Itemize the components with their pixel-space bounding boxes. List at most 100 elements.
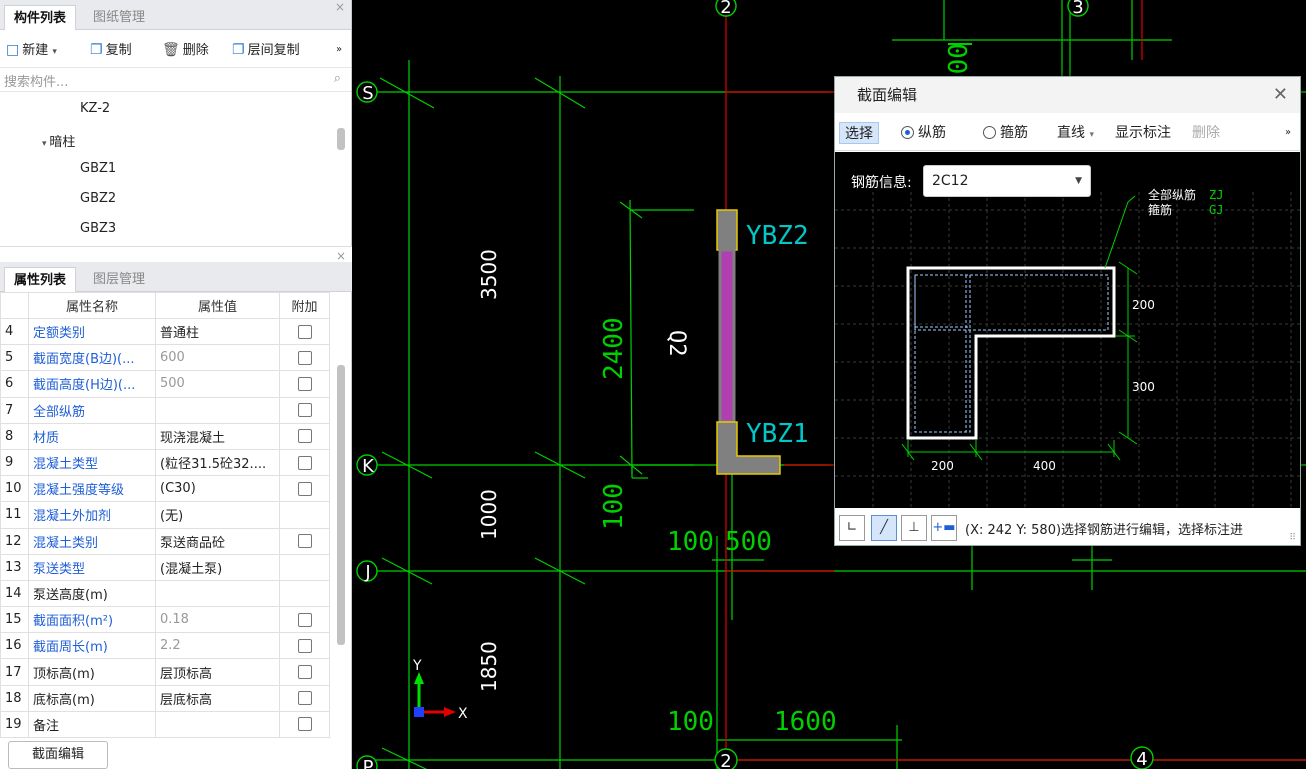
snap-point-button[interactable]: +▬ [931, 515, 957, 541]
extra-checkbox[interactable] [297, 350, 312, 365]
longitudinal-radio[interactable]: 纵筋 [901, 122, 946, 144]
property-value[interactable]: 泵送商品砼 [155, 527, 280, 555]
show-dim-button[interactable]: 显示标注 [1115, 122, 1171, 144]
table-row[interactable]: 11 混凝土外加剂 (无) [0, 501, 330, 529]
section-edit-dialog[interactable]: 截面编辑 ✕ 选择 纵筋 箍筋 直线 ▾ 显示标注 删除 » 200 300 2… [834, 76, 1301, 546]
delete-button[interactable]: 🗑 删除 [162, 40, 209, 60]
table-row[interactable]: 17 顶标高(m) 层顶标高 [0, 658, 330, 686]
table-row[interactable]: 13 泵送类型 (混凝土泵) [0, 553, 330, 581]
snap-perpendicular-button[interactable]: ⊥ [901, 515, 927, 541]
section-drawing[interactable]: 200 300 200 400 全部纵筋 ZJ 箍筋 GJ [835, 152, 1300, 508]
line-dropdown[interactable]: 直线 ▾ [1057, 122, 1094, 144]
dim-100-vertical: 100 [599, 483, 629, 530]
property-value[interactable]: 2.2 [155, 632, 280, 660]
property-value[interactable]: (粒径31.5砼32.... [155, 448, 280, 477]
rebar-info-select[interactable]: 2C12 ▼ [923, 165, 1091, 197]
more-button[interactable]: » [336, 40, 342, 60]
extra-checkbox[interactable] [297, 665, 312, 680]
table-row[interactable]: 10 混凝土强度等级 (C30) [0, 475, 330, 503]
property-name: 底标高(m) [28, 684, 156, 712]
extra-checkbox[interactable] [297, 717, 312, 732]
more-button[interactable]: » [1285, 122, 1291, 144]
close-icon[interactable]: ✕ [1273, 77, 1288, 113]
label-ybz2: YBZ2 [746, 221, 809, 251]
tab-drawing-management[interactable]: 图纸管理 [84, 5, 154, 30]
resize-grip-icon[interactable]: ⠿ [1289, 533, 1296, 543]
row-index: 8 [0, 422, 29, 450]
property-value[interactable]: 500 [155, 370, 280, 398]
property-value[interactable] [155, 579, 280, 608]
table-row[interactable]: 5 截面宽度(B边)(... 600 [0, 344, 330, 372]
property-value[interactable] [155, 396, 280, 424]
close-icon[interactable]: × [335, 0, 345, 14]
new-button[interactable]: □ 新建 ▾ [6, 40, 57, 60]
copy-button[interactable]: ❐ 复制 [90, 40, 132, 60]
extra-checkbox[interactable] [297, 638, 312, 653]
snap-line-button[interactable]: ╱ [871, 515, 897, 541]
property-scrollbar[interactable] [337, 365, 345, 645]
dim-200-horizontal: 200 [931, 459, 954, 473]
table-row[interactable]: 9 混凝土类型 (粒径31.5砼32.... [0, 448, 330, 477]
dim-3500: 3500 [477, 249, 501, 300]
row-index: 13 [0, 553, 29, 581]
property-value[interactable] [155, 710, 280, 739]
property-value[interactable]: (C30) [155, 475, 280, 503]
svg-text:X: X [458, 706, 468, 722]
extra-checkbox-cell [279, 632, 330, 660]
tree-scrollbar[interactable] [337, 128, 345, 150]
property-value[interactable]: (混凝土泵) [155, 553, 280, 581]
property-value[interactable]: 层顶标高 [155, 658, 280, 686]
tree-item-gbz2[interactable]: GBZ2 [80, 191, 116, 206]
table-row[interactable]: 12 混凝土类别 泵送商品砼 [0, 527, 330, 555]
tree-item-kz2[interactable]: KZ-2 [80, 101, 110, 116]
section-edit-button[interactable]: 截面编辑 [8, 741, 108, 769]
section-canvas[interactable]: 200 300 200 400 全部纵筋 ZJ 箍筋 GJ 钢筋信息: 2C12… [835, 152, 1300, 508]
extra-checkbox-cell [279, 370, 330, 398]
extra-checkbox-cell [279, 710, 330, 739]
tree-item-gbz1[interactable]: GBZ1 [80, 161, 116, 176]
property-value[interactable]: (无) [155, 501, 280, 529]
table-row[interactable]: 7 全部纵筋 [0, 396, 330, 424]
delete-button[interactable]: 删除 [1192, 122, 1220, 144]
stirrup-radio[interactable]: 箍筋 [983, 122, 1028, 144]
tree-item-gbz3[interactable]: GBZ3 [80, 221, 116, 236]
dialog-title-bar[interactable]: 截面编辑 ✕ [835, 77, 1300, 113]
tree-group-hidden-column[interactable]: ▾ 暗柱 [42, 131, 75, 150]
search-bar[interactable]: 搜索构件... ⌕ [0, 68, 351, 92]
extra-checkbox[interactable] [297, 455, 312, 470]
row-index: 18 [0, 684, 29, 712]
select-button[interactable]: 选择 [839, 122, 879, 144]
snap-orthogonal-button[interactable]: ∟ [839, 515, 865, 541]
table-row[interactable]: 8 材质 现浇混凝土 [0, 422, 330, 450]
left-panel: 构件列表 图纸管理 × □ 新建 ▾ ❐ 复制 🗑 删除 ❐ 层间复制 » 搜索构件..… [0, 0, 352, 769]
extra-checkbox[interactable] [297, 403, 312, 418]
table-row[interactable]: 6 截面高度(H边)(... 500 [0, 370, 330, 398]
table-row[interactable]: 16 截面周长(m) 2.2 [0, 632, 330, 660]
extra-checkbox[interactable] [297, 691, 312, 706]
property-value[interactable]: 0.18 [155, 606, 280, 634]
extra-checkbox[interactable] [297, 324, 312, 339]
table-row[interactable]: 4 定额类别 普通柱 [0, 317, 330, 346]
floor-copy-button[interactable]: ❐ 层间复制 [232, 40, 300, 60]
extra-checkbox[interactable] [297, 376, 312, 391]
property-name: 定额类别 [28, 317, 156, 346]
close-icon[interactable]: × [336, 249, 346, 263]
extra-checkbox[interactable] [297, 612, 312, 627]
tab-component-list[interactable]: 构件列表 [4, 5, 77, 30]
extra-checkbox[interactable] [297, 429, 312, 444]
floor-copy-icon: ❐ [232, 42, 245, 58]
legend-all-long-code: ZJ [1209, 188, 1223, 202]
search-input[interactable]: 搜索构件... [4, 71, 68, 90]
table-row[interactable]: 18 底标高(m) 层底标高 [0, 684, 330, 712]
tab-layer-management[interactable]: 图层管理 [84, 267, 154, 292]
table-row[interactable]: 19 备注 [0, 710, 330, 739]
table-row[interactable]: 15 截面面积(m²) 0.18 [0, 606, 330, 634]
property-value[interactable]: 600 [155, 344, 280, 372]
property-value[interactable]: 普通柱 [155, 317, 280, 346]
property-value[interactable]: 现浇混凝土 [155, 422, 280, 450]
extra-checkbox[interactable] [297, 534, 312, 549]
property-value[interactable]: 层底标高 [155, 684, 280, 712]
table-row[interactable]: 14 泵送高度(m) [0, 579, 330, 608]
tab-property-list[interactable]: 属性列表 [4, 267, 77, 292]
extra-checkbox[interactable] [297, 481, 312, 496]
